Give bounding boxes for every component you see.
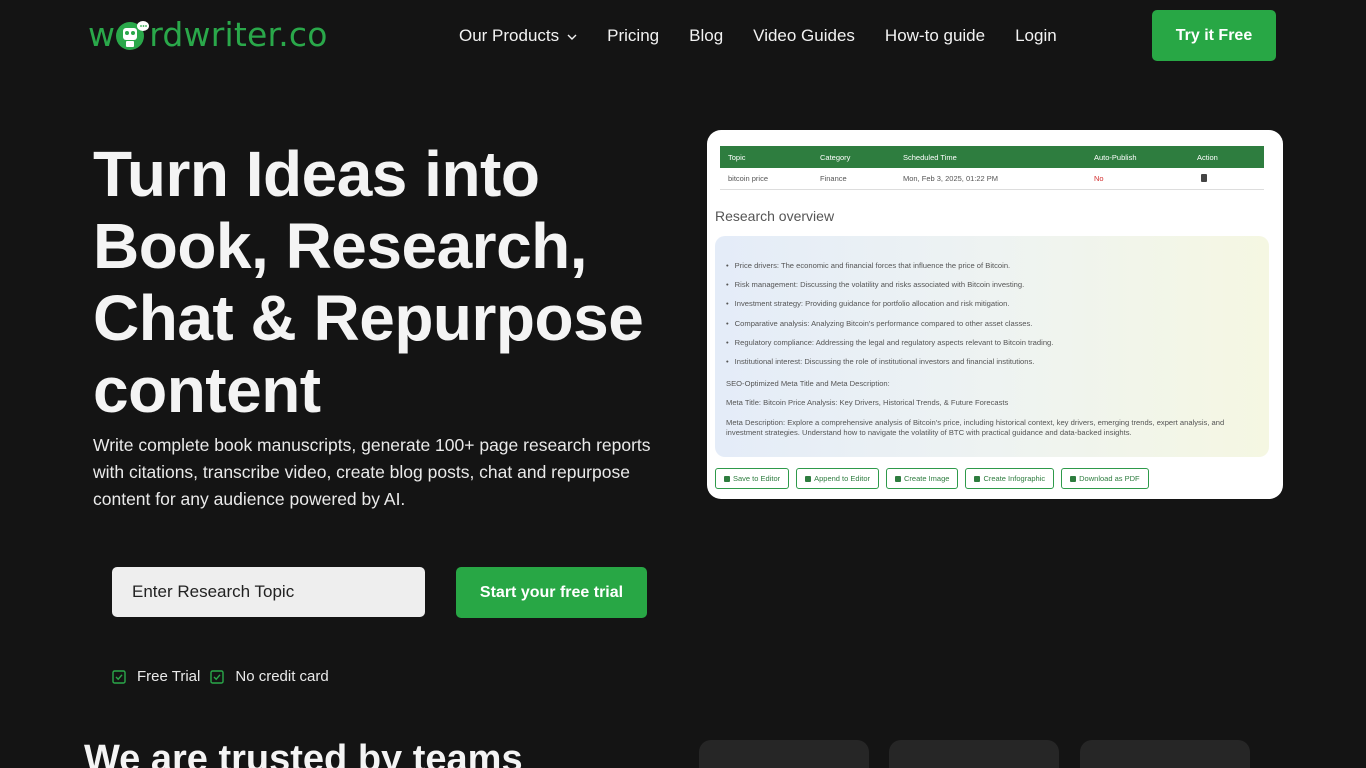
nav-label: Video Guides [753, 26, 855, 45]
column-header: Scheduled Time [903, 152, 957, 162]
image-icon [974, 475, 981, 482]
robot-logo-icon [114, 16, 150, 52]
button-label: Save to Editor [733, 474, 781, 483]
table-cell: No [1094, 174, 1104, 183]
trial-features: Free Trial No credit card [112, 668, 339, 685]
seo-heading: SEO-Optimized Meta Title and Meta Descri… [726, 379, 890, 388]
button-label: Create Infographic [983, 474, 1046, 483]
list-item: Institutional interest: Discussing the r… [726, 352, 1053, 371]
research-overview-title: Research overview [715, 208, 835, 224]
hero-title-line: Chat & Repurpose [93, 282, 644, 354]
table-cell: Mon, Feb 3, 2025, 01:22 PM [903, 174, 999, 183]
nav-video-guides[interactable]: Video Guides [753, 26, 855, 46]
logo-suffix: rdwriter.co [149, 14, 328, 54]
meta-title: Meta Title: Bitcoin Price Analysis: Key … [726, 398, 1009, 407]
feature-label: Free Trial [137, 668, 201, 685]
table-cell-action [1197, 173, 1257, 184]
start-free-trial-button[interactable]: Start your free trial [456, 567, 647, 618]
table-header: Topic Category Scheduled Time Auto-Publi… [720, 146, 1264, 168]
logo-card [889, 740, 1059, 768]
checkbox-checked-icon [210, 669, 225, 684]
logo[interactable]: w rdwriter.co [88, 12, 328, 56]
list-item: Investment strategy: Providing guidance … [726, 294, 1053, 313]
table-cell: Finance [820, 174, 847, 183]
main-nav: Our Products Pricing Blog Video Guides H… [459, 22, 1087, 50]
nav-how-to-guide[interactable]: How-to guide [885, 26, 985, 46]
logo-card [699, 740, 869, 768]
nav-label: Blog [689, 26, 724, 45]
logo-prefix: w [88, 14, 116, 54]
feature-no-credit-card: No credit card [210, 668, 329, 685]
table-row: bitcoin price Finance Mon, Feb 3, 2025, … [720, 168, 1264, 190]
nav-our-products[interactable]: Our Products [459, 26, 577, 46]
research-overview-box: Price drivers: The economic and financia… [715, 236, 1269, 457]
column-header: Category [820, 152, 851, 162]
list-item: Comparative analysis: Analyzing Bitcoin'… [726, 314, 1053, 333]
list-item: Price drivers: The economic and financia… [726, 256, 1053, 275]
list-item: Regulatory compliance: Addressing the le… [726, 333, 1054, 352]
editor-actions: Save to Editor Append to Editor Create I… [715, 468, 1156, 489]
image-icon [894, 475, 901, 482]
hero-title: Turn Ideas into Book, Research, Chat & R… [93, 138, 693, 426]
nav-label: How-to guide [884, 26, 986, 45]
hero-title-line: Turn Ideas into [93, 138, 540, 210]
hero-title-line: content [93, 354, 321, 426]
research-topic-input[interactable]: Enter Research Topic [112, 567, 425, 617]
table-cell: bitcoin price [728, 174, 769, 183]
nav-blog[interactable]: Blog [689, 26, 723, 46]
feature-free-trial: Free Trial [112, 668, 200, 685]
trusted-heading: We are trusted by teams [84, 738, 523, 768]
nav-pricing[interactable]: Pricing [607, 26, 659, 46]
nav-login[interactable]: Login [1015, 26, 1057, 46]
list-item: Risk management: Discussing the volatili… [726, 275, 1053, 294]
save-icon [724, 475, 730, 482]
create-image-button[interactable]: Create Image [885, 468, 959, 489]
meta-description: Meta Description: Explore a comprehensiv… [726, 418, 1225, 437]
button-label: Download as PDF [1079, 474, 1140, 483]
column-header: Action [1197, 152, 1218, 162]
column-header: Topic [728, 152, 746, 162]
overview-list: Price drivers: The economic and financia… [726, 256, 1054, 371]
logo-card [1080, 740, 1250, 768]
try-it-free-button[interactable]: Try it Free [1152, 10, 1276, 61]
plus-icon [805, 475, 812, 482]
feature-label: No credit card [235, 668, 329, 685]
nav-label: Login [1015, 26, 1057, 45]
button-label: Create Image [903, 474, 950, 483]
create-infographic-button[interactable]: Create Infographic [965, 468, 1055, 489]
button-label: Append to Editor [814, 474, 870, 483]
column-header: Auto-Publish [1094, 152, 1137, 162]
schedule-table: Topic Category Scheduled Time Auto-Publi… [720, 146, 1264, 190]
nav-label: Our Products [459, 26, 560, 45]
hero-title-line: Book, Research, [93, 210, 588, 282]
append-to-editor-button[interactable]: Append to Editor [796, 468, 879, 489]
trash-icon[interactable] [1201, 173, 1207, 182]
nav-label: Pricing [607, 26, 660, 45]
hero-subtitle: Write complete book manuscripts, generat… [93, 435, 651, 509]
chevron-down-icon [567, 26, 577, 46]
save-to-editor-button[interactable]: Save to Editor [715, 468, 790, 489]
file-icon [1070, 475, 1077, 482]
download-pdf-button[interactable]: Download as PDF [1061, 468, 1149, 489]
product-preview: Topic Category Scheduled Time Auto-Publi… [707, 130, 1283, 499]
checkbox-checked-icon [112, 669, 126, 684]
